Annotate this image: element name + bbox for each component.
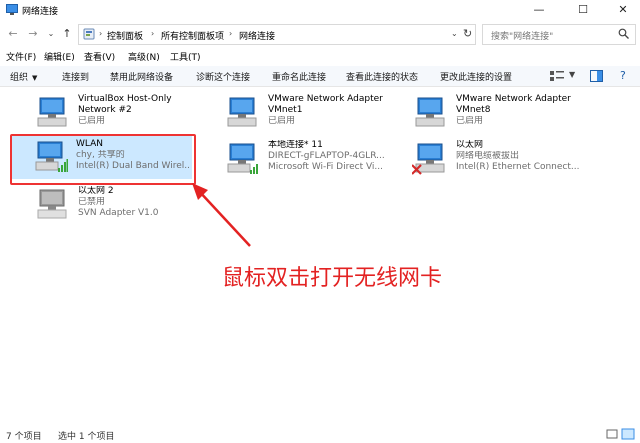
diagnose-button[interactable]: 诊断这个连接: [196, 70, 250, 83]
connection-status: 网络电缆被拔出: [456, 151, 520, 161]
crumb-separator: ›: [229, 29, 233, 38]
crumb-all-control-panel-items[interactable]: 所有控制面板项: [161, 29, 224, 42]
crumb-network-connections[interactable]: 网络连接: [239, 29, 275, 42]
connection-name: 本地连接* 11: [268, 140, 323, 150]
search-icon: [618, 28, 629, 39]
menu-bar: 文件(F) 编辑(E) 查看(V) 高级(N) 工具(T): [0, 48, 640, 64]
network-adapter-disabled-icon: [37, 189, 67, 219]
help-icon[interactable]: ?: [620, 69, 626, 82]
menu-edit[interactable]: 编辑(E): [44, 50, 75, 63]
refresh-button[interactable]: ↻: [463, 27, 472, 40]
view-dropdown-icon[interactable]: ▼: [569, 70, 575, 79]
forward-button[interactable]: →: [26, 26, 40, 42]
change-settings-button[interactable]: 更改此连接的设置: [440, 70, 512, 83]
connection-text: 以太网 网络电缆被拔出 Intel(R) Ethernet Connect...: [456, 140, 602, 173]
rename-button[interactable]: 重命名此连接: [272, 70, 326, 83]
connection-adapter: Microsoft Wi-Fi Direct Vi...: [268, 162, 384, 172]
connection-status: DIRECT-gFLAPTOP-4GLR...: [268, 151, 385, 161]
view-status-button[interactable]: 查看此连接的状态: [346, 70, 418, 83]
search-input[interactable]: 搜索"网络连接": [482, 24, 636, 45]
connection-adapter: Intel(R) Ethernet Connect...: [456, 162, 580, 172]
connection-name-2: Network #2: [78, 105, 132, 115]
connection-item[interactable]: VMware Network Adapter VMnet1 已启用: [224, 94, 404, 130]
maximize-button[interactable]: ☐: [566, 0, 600, 20]
organize-button[interactable]: 组织 ▼: [10, 70, 37, 83]
connection-name: 以太网: [456, 140, 484, 150]
connection-name: VMware Network Adapter: [456, 94, 571, 104]
network-adapter-icon: [37, 97, 67, 127]
menu-file[interactable]: 文件(F): [6, 50, 36, 63]
recent-locations-button[interactable]: ⌄: [44, 26, 58, 42]
disable-device-button[interactable]: 禁用此网络设备: [110, 70, 173, 83]
annotation-text: 鼠标双击打开无线网卡: [222, 266, 443, 291]
connection-status: 已启用: [456, 116, 484, 126]
connection-text: 本地连接* 11 DIRECT-gFLAPTOP-4GLR... Microso…: [268, 140, 408, 173]
item-count: 7 个项目: [6, 432, 42, 442]
preview-pane-icon[interactable]: [590, 70, 603, 82]
search-placeholder: 搜索"网络连接": [491, 32, 554, 42]
connection-text: VMware Network Adapter VMnet1 已启用: [268, 94, 418, 127]
connection-name-2: VMnet1: [268, 105, 303, 115]
address-dropdown-button[interactable]: ⌄: [451, 29, 458, 38]
connection-name-2: VMnet8: [456, 105, 491, 115]
connection-name: VMware Network Adapter: [268, 94, 383, 104]
back-button[interactable]: ←: [6, 26, 20, 42]
highlight-box: [10, 134, 196, 185]
view-options-icon[interactable]: [550, 70, 564, 82]
connection-item[interactable]: 以太网 2 已禁用 SVN Adapter V1.0: [34, 186, 214, 222]
connection-status: 已启用: [78, 116, 106, 126]
title-bar: 网络连接 — ☐ ✕: [0, 0, 640, 20]
connection-name: VirtualBox Host-Only: [78, 94, 172, 104]
close-button[interactable]: ✕: [606, 0, 640, 20]
menu-tools[interactable]: 工具(T): [170, 50, 201, 63]
organize-label: 组织: [10, 73, 29, 83]
network-connections-icon: [6, 4, 18, 15]
menu-advanced[interactable]: 高级(N): [128, 50, 160, 63]
connection-text: VirtualBox Host-Only Network #2 已启用: [78, 94, 228, 127]
crumb-separator: ›: [99, 29, 103, 38]
window-title: 网络连接: [22, 7, 59, 17]
connection-item[interactable]: VMware Network Adapter VMnet8 已启用: [412, 94, 602, 130]
selected-count: 选中 1 个项目: [58, 432, 115, 442]
minimize-button[interactable]: —: [522, 0, 556, 20]
connection-item[interactable]: 本地连接* 11 DIRECT-gFLAPTOP-4GLR... Microso…: [224, 140, 404, 176]
ethernet-adapter-icon: [412, 143, 445, 175]
connect-to-button[interactable]: 连接到: [62, 70, 89, 83]
crumb-control-panel[interactable]: 控制面板: [107, 29, 143, 42]
connection-status: 已启用: [268, 116, 296, 126]
connection-item[interactable]: 以太网 网络电缆被拔出 Intel(R) Ethernet Connect...: [412, 140, 602, 176]
chevron-down-icon: ▼: [32, 74, 38, 82]
crumb-separator: ›: [151, 29, 155, 38]
network-adapter-icon: [227, 97, 257, 127]
up-button[interactable]: ↑: [60, 26, 74, 42]
network-adapter-icon: [415, 97, 445, 127]
address-bar[interactable]: › 控制面板 › 所有控制面板项 › 网络连接 ⌄ ↻: [78, 24, 476, 45]
control-panel-icon: [83, 28, 95, 40]
address-row: ← → ⌄ ↑ › 控制面板 › 所有控制面板项 › 网络连接 ⌄ ↻ 搜索"网…: [0, 22, 640, 46]
view-mode-icons[interactable]: [606, 428, 636, 440]
wireless-adapter-icon: [227, 143, 258, 174]
command-bar: 组织 ▼ 连接到 禁用此网络设备 诊断这个连接 重命名此连接 查看此连接的状态 更…: [0, 66, 640, 87]
annotation-arrow: [192, 183, 251, 247]
status-bar: 7 个项目 选中 1 个项目: [0, 426, 640, 443]
connection-text: VMware Network Adapter VMnet8 已启用: [456, 94, 606, 127]
menu-view[interactable]: 查看(V): [84, 50, 115, 63]
connection-item[interactable]: VirtualBox Host-Only Network #2 已启用: [34, 94, 214, 130]
